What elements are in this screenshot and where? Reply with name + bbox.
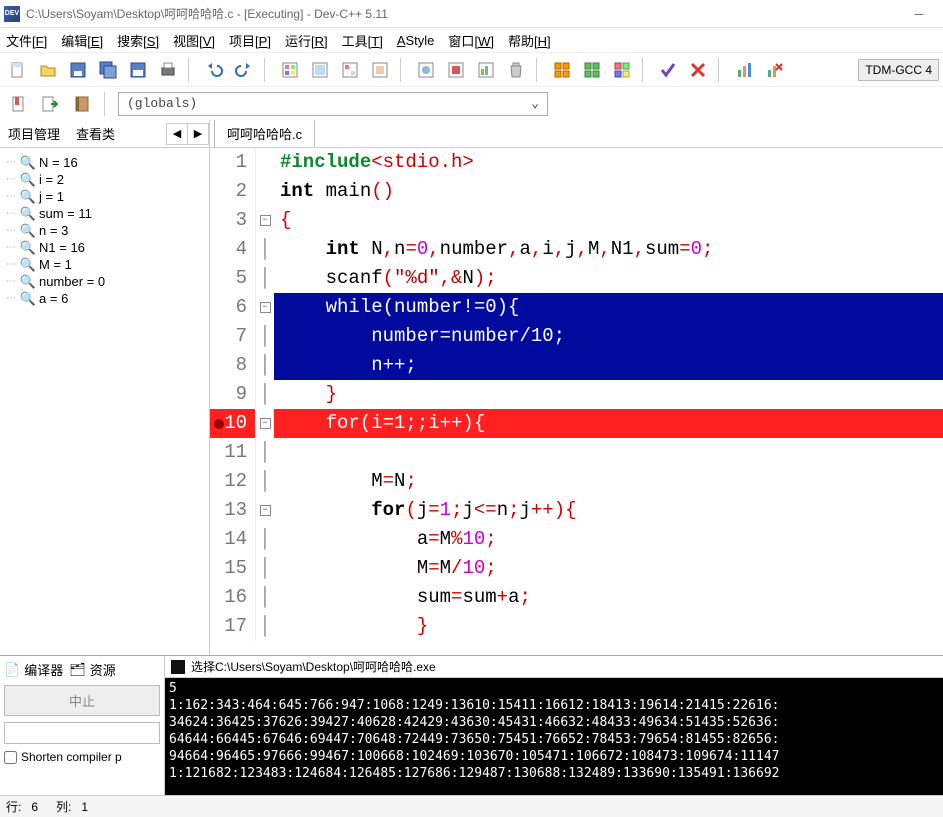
run-icon[interactable] [306, 56, 334, 84]
chevron-down-icon: ⌄ [531, 96, 539, 111]
compiler-input[interactable] [4, 722, 160, 744]
save-icon[interactable] [64, 56, 92, 84]
rebuild-icon[interactable] [366, 56, 394, 84]
tab-next-button[interactable]: ▶ [187, 123, 209, 145]
tab-project[interactable]: 项目管理 [0, 120, 68, 147]
book-icon[interactable] [68, 90, 96, 118]
trash-icon[interactable] [502, 56, 530, 84]
console-title-bar[interactable]: 选择C:\Users\Soyam\Desktop\呵呵哈哈哈.exe [165, 656, 943, 678]
watch-item[interactable]: ⋯🔍a = 6 [4, 290, 205, 307]
tab-classes[interactable]: 查看类 [68, 120, 123, 147]
fold-toggle[interactable]: − [260, 505, 271, 516]
sidebar-tabs: 项目管理 查看类 ◀ ▶ [0, 120, 209, 148]
console-icon [171, 660, 185, 674]
console-title-text: 选择C:\Users\Soyam\Desktop\呵呵哈哈哈.exe [191, 658, 436, 675]
watch-item[interactable]: ⋯🔍j = 1 [4, 188, 205, 205]
magnifier-icon: 🔍 [21, 156, 35, 170]
abort-button[interactable]: 中止 [4, 685, 160, 716]
globals-label: (globals) [127, 96, 197, 111]
tab-prev-button[interactable]: ◀ [166, 123, 188, 145]
print-icon[interactable] [154, 56, 182, 84]
bottom-panel: 📄编译器 🗂资源 中止 Shorten compiler p 选择C:\User… [0, 655, 943, 795]
file-tab[interactable]: 呵呵哈哈哈.c [214, 120, 315, 147]
magnifier-icon: 🔍 [21, 190, 35, 204]
main-toolbar: TDM-GCC 4 [0, 52, 943, 86]
watch-item[interactable]: ⋯🔍sum = 11 [4, 205, 205, 222]
undo-icon[interactable] [200, 56, 228, 84]
watch-item[interactable]: ⋯🔍number = 0 [4, 273, 205, 290]
app-icon: DEV [4, 6, 20, 22]
magnifier-icon: 🔍 [21, 292, 35, 306]
log-icon: 📄 [4, 662, 20, 678]
menu-edit[interactable]: 编辑[E] [61, 31, 103, 50]
window-title: C:\Users\Soyam\Desktop\呵呵哈哈哈.c - [Execut… [26, 5, 899, 22]
code-editor[interactable]: 1#include<stdio.h> 2int main() 3−{ 4│ in… [210, 148, 943, 655]
menu-window[interactable]: 窗口[W] [448, 31, 494, 50]
magnifier-icon: 🔍 [21, 241, 35, 255]
grid1-icon[interactable] [548, 56, 576, 84]
magnifier-icon: 🔍 [21, 258, 35, 272]
main-area: 项目管理 查看类 ◀ ▶ ⋯🔍N = 16 ⋯🔍i = 2 ⋯🔍j = 1 ⋯🔍… [0, 120, 943, 655]
watch-item[interactable]: ⋯🔍N1 = 16 [4, 239, 205, 256]
redo-icon[interactable] [230, 56, 258, 84]
menu-run[interactable]: 运行[R] [285, 31, 328, 50]
minimize-button[interactable]: ─ [899, 2, 939, 26]
watch-list[interactable]: ⋯🔍N = 16 ⋯🔍i = 2 ⋯🔍j = 1 ⋯🔍sum = 11 ⋯🔍n … [0, 148, 209, 655]
open-file-icon[interactable] [34, 56, 62, 84]
chart-icon[interactable] [730, 56, 758, 84]
goto-icon[interactable] [36, 90, 64, 118]
fold-toggle[interactable]: − [260, 302, 271, 313]
status-bar: 行: 6 列: 1 [0, 795, 943, 817]
breakpoint-icon [214, 419, 224, 429]
compiler-selector[interactable]: TDM-GCC 4 [858, 59, 939, 81]
menu-help[interactable]: 帮助[H] [508, 31, 551, 50]
editor-area: 呵呵哈哈哈.c 1#include<stdio.h> 2int main() 3… [210, 120, 943, 655]
save-as-icon[interactable] [124, 56, 152, 84]
compile-icon[interactable] [276, 56, 304, 84]
bookmark-icon[interactable] [4, 90, 32, 118]
globals-dropdown[interactable]: (globals) ⌄ [118, 92, 548, 116]
menu-astyle[interactable]: AStyle [397, 33, 435, 48]
grid3-icon[interactable] [608, 56, 636, 84]
resource-icon: 🗂 [69, 662, 86, 678]
tab-compiler[interactable]: 📄编译器 [4, 660, 63, 679]
magnifier-icon: 🔍 [21, 173, 35, 187]
compile-run-icon[interactable] [336, 56, 364, 84]
menu-file[interactable]: 文件[F] [6, 31, 47, 50]
menu-search[interactable]: 搜索[S] [117, 31, 159, 50]
debug-icon[interactable] [412, 56, 440, 84]
check-icon[interactable] [654, 56, 682, 84]
secondary-toolbar: (globals) ⌄ [0, 86, 943, 120]
shorten-checkbox[interactable]: Shorten compiler p [4, 750, 160, 764]
sidebar: 项目管理 查看类 ◀ ▶ ⋯🔍N = 16 ⋯🔍i = 2 ⋯🔍j = 1 ⋯🔍… [0, 120, 210, 655]
profile-icon[interactable] [472, 56, 500, 84]
watch-item[interactable]: ⋯🔍i = 2 [4, 171, 205, 188]
compiler-panel: 📄编译器 🗂资源 中止 Shorten compiler p [0, 656, 165, 795]
fold-toggle[interactable]: − [260, 215, 271, 226]
magnifier-icon: 🔍 [21, 275, 35, 289]
stop-icon[interactable] [442, 56, 470, 84]
magnifier-icon: 🔍 [21, 207, 35, 221]
grid2-icon[interactable] [578, 56, 606, 84]
title-bar: DEV C:\Users\Soyam\Desktop\呵呵哈哈哈.c - [Ex… [0, 0, 943, 28]
magnifier-icon: 🔍 [21, 224, 35, 238]
console-window: 选择C:\Users\Soyam\Desktop\呵呵哈哈哈.exe 5 1:1… [165, 656, 943, 795]
menu-tools[interactable]: 工具[T] [342, 31, 383, 50]
cancel-icon[interactable] [684, 56, 712, 84]
menu-bar: 文件[F] 编辑[E] 搜索[S] 视图[V] 项目[P] 运行[R] 工具[T… [0, 28, 943, 52]
file-tabs: 呵呵哈哈哈.c [210, 120, 943, 148]
save-all-icon[interactable] [94, 56, 122, 84]
tab-resource[interactable]: 🗂资源 [69, 660, 116, 679]
new-file-icon[interactable] [4, 56, 32, 84]
chart-x-icon[interactable] [760, 56, 788, 84]
menu-view[interactable]: 视图[V] [173, 31, 215, 50]
menu-project[interactable]: 项目[P] [229, 31, 271, 50]
breakpoint-gutter[interactable]: 10 [210, 409, 256, 438]
watch-item[interactable]: ⋯🔍n = 3 [4, 222, 205, 239]
fold-toggle[interactable]: − [260, 418, 271, 429]
watch-item[interactable]: ⋯🔍M = 1 [4, 256, 205, 273]
watch-item[interactable]: ⋯🔍N = 16 [4, 154, 205, 171]
console-output[interactable]: 5 1:162:343:464:645:766:947:1068:1249:13… [165, 678, 943, 795]
